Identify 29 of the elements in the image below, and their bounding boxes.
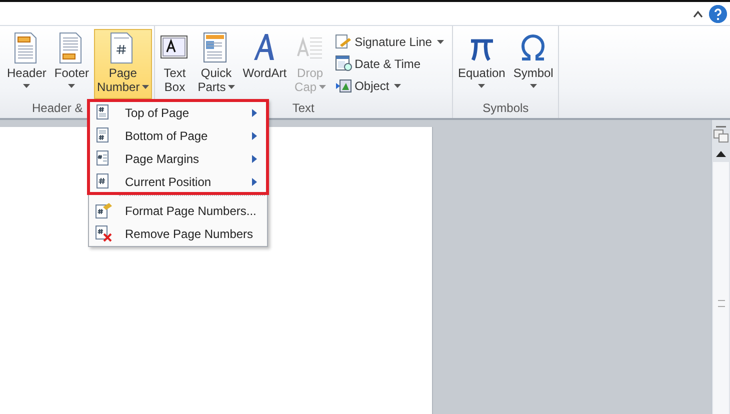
menu-item[interactable]: Format Page Numbers...	[89, 199, 267, 222]
ribbon-button[interactable]: Date & Time	[334, 54, 446, 73]
calendar-icon	[334, 55, 352, 72]
menu-item[interactable]: Remove Page Numbers	[89, 222, 267, 245]
ribbon-button[interactable]: Footer	[51, 29, 92, 99]
format-icon	[95, 202, 113, 219]
help-icon[interactable]	[709, 4, 727, 22]
ribbon-button[interactable]: WordArt	[240, 29, 290, 99]
ribbon-button[interactable]: Object	[334, 76, 446, 95]
menu-item[interactable]: Top of Page	[89, 101, 267, 124]
ribbon-button[interactable]: Quick Parts	[194, 29, 238, 99]
group-label: Symbols	[482, 100, 529, 117]
menu-item[interactable]: Page Margins	[89, 147, 267, 170]
ribbon-button[interactable]: Text Box	[156, 29, 193, 99]
ribbon-button[interactable]: Signature Line	[334, 32, 446, 51]
group-label: Header &	[32, 100, 83, 117]
menu-item[interactable]: Current Position	[89, 170, 267, 193]
ruler-toggle-icon[interactable]	[713, 126, 729, 144]
group-label: Text	[292, 100, 314, 117]
remove-icon	[95, 225, 113, 242]
ribbon-button[interactable]: Header	[4, 29, 50, 99]
signature-icon	[334, 33, 352, 50]
collapse-ribbon-icon[interactable]	[693, 10, 703, 18]
ribbon-button[interactable]: Symbol	[510, 29, 556, 99]
ribbon-button[interactable]: Page Number	[94, 29, 152, 99]
menu-item[interactable]: Bottom of Page	[89, 124, 267, 147]
object-icon	[334, 77, 352, 94]
vertical-scrollbar[interactable]	[711, 120, 730, 414]
ribbon-button[interactable]: Equation	[454, 29, 508, 99]
